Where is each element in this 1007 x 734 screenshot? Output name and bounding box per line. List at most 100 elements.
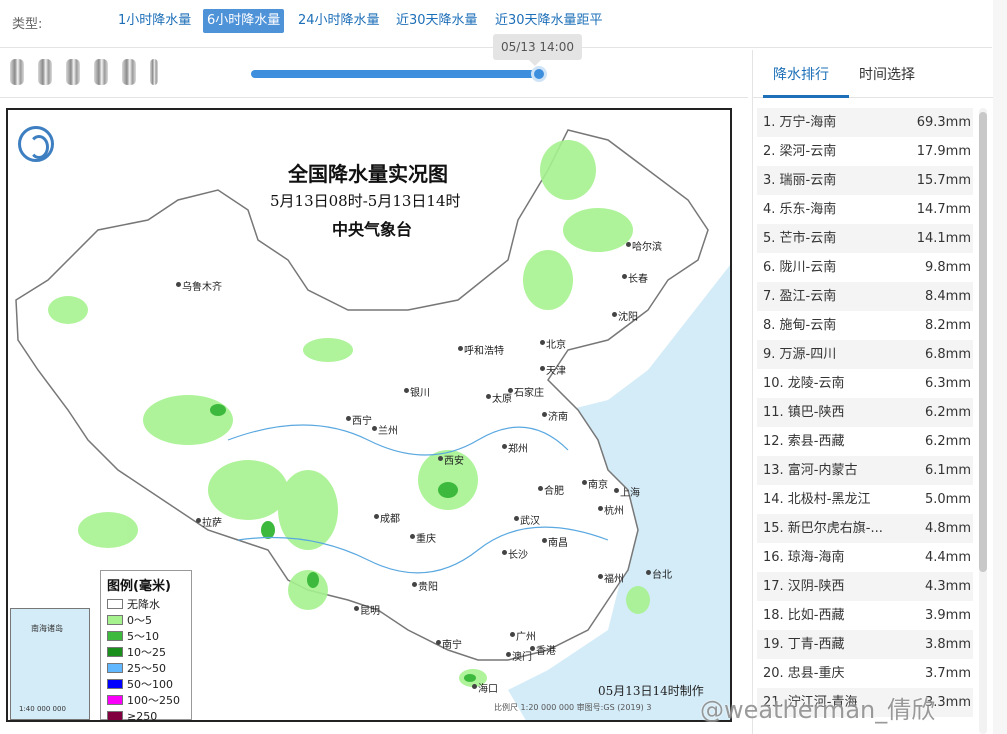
city-marker [404,388,409,393]
city-marker [502,444,507,449]
active-tab-underline [763,95,849,98]
tab-1h-precip[interactable]: 1小时降水量 [114,9,195,33]
ranking-value: 5.0mm [924,492,971,507]
app-root: 类型: 1小时降水量 6小时降水量 24小时降水量 近30天降水量 近30天降水… [0,0,1007,734]
legend-row: 无降水 [107,596,185,612]
city-marker [372,426,377,431]
legend-title: 图例(毫米) [107,579,171,594]
ranking-row[interactable]: 7. 盈江-云南 8.4mm [757,282,973,311]
city-label: 福州 [604,574,624,585]
ranking-row[interactable]: 10. 龙陵-云南 6.3mm [757,369,973,398]
ranking-station: 5. 芒市-云南 [763,231,837,246]
ranking-row[interactable]: 12. 索县-西藏 6.2mm [757,427,973,456]
ranking-scrollbar-thumb[interactable] [979,112,987,572]
legend-label: 无降水 [127,598,160,611]
tab-30d-precip[interactable]: 近30天降水量 [392,9,482,33]
ranking-row[interactable]: 9. 万源-四川 6.8mm [757,340,973,369]
legend-row: 100～250 [107,692,185,708]
city-label: 南昌 [548,538,568,549]
ranking-value: 6.2mm [924,405,971,420]
tab-precip-ranking[interactable]: 降水排行 [773,64,829,84]
city-marker [598,506,603,511]
ranking-row[interactable]: 4. 乐东-海南 14.7mm [757,195,973,224]
city-marker [458,346,463,351]
ranking-scrollbar[interactable] [979,108,987,734]
legend-row: 5～10 [107,628,185,644]
legend-swatch [107,663,123,673]
precipitation-map: 全国降水量实况图 5月13日08时-5月13日14时 中央气象台 乌鲁木齐 哈尔滨… [6,108,732,722]
legend-label: 25～50 [127,662,166,675]
south-china-sea-inset: 南海诸岛 1:40 000 000 [10,608,90,720]
city-label: 沈阳 [618,312,638,323]
ranking-station: 20. 忠县-重庆 [763,666,845,681]
ranking-value: 17.9mm [916,144,971,159]
ranking-row[interactable]: 19. 丁青-西藏 3.8mm [757,630,973,659]
ranking-value: 15.7mm [916,173,971,188]
ranking-value: 8.4mm [924,289,971,304]
city-marker [412,582,417,587]
time-slider-thumb[interactable] [531,66,547,82]
ranking-row[interactable]: 1. 万宁-海南 69.3mm [757,108,973,137]
cma-logo [18,126,54,162]
ranking-row[interactable]: 3. 瑞丽-云南 15.7mm [757,166,973,195]
ranking-station: 19. 丁青-西藏 [763,637,845,652]
ranking-value: 9.8mm [924,260,971,275]
city-label: 上海 [620,488,640,499]
play-controls[interactable] [10,59,158,87]
ranking-row[interactable]: 14. 北极村-黑龙江 5.0mm [757,485,973,514]
ranking-row[interactable]: 6. 陇川-云南 9.8mm [757,253,973,282]
tab-30d-anomaly[interactable]: 近30天降水量距平 [491,9,607,33]
tab-24h-precip[interactable]: 24小时降水量 [294,9,384,33]
time-slider-track[interactable] [251,66,547,82]
made-note: 05月13日14时制作 [598,684,704,698]
ranking-row[interactable]: 2. 梁河-云南 17.9mm [757,137,973,166]
city-label: 兰州 [378,426,398,437]
tab-6h-precip[interactable]: 6小时降水量 [203,9,285,33]
city-label: 南京 [588,480,608,491]
city-label: 乌鲁木齐 [182,282,222,293]
map-subtitle: 5月13日08时-5月13日14时 [270,192,461,210]
city-marker [196,518,201,523]
ranking-row[interactable]: 11. 镇巴-陕西 6.2mm [757,398,973,427]
ranking-row[interactable]: 18. 比如-西藏 3.9mm [757,601,973,630]
city-label: 呼和浩特 [464,346,504,357]
page-scrollbar[interactable] [993,0,1007,734]
frame-icon [38,59,52,85]
ranking-value: 14.7mm [916,202,971,217]
city-label: 石家庄 [514,388,544,399]
ranking-value: 69.3mm [916,115,971,130]
city-marker [436,640,441,645]
tab-time-select[interactable]: 时间选择 [859,64,915,84]
ranking-row[interactable]: 8. 施甸-云南 8.2mm [757,311,973,340]
frame-icon [66,59,80,85]
ranking-row[interactable]: 13. 富河-内蒙古 6.1mm [757,456,973,485]
ranking-value: 6.8mm [924,347,971,362]
city-label: 香港 [536,646,556,657]
ranking-station: 16. 琼海-海南 [763,550,845,565]
city-label: 南宁 [442,640,462,651]
ranking-value: 8.2mm [924,318,971,333]
time-tooltip: 05/13 14:00 [493,34,582,66]
ranking-station: 15. 新巴尔虎右旗-... [763,521,883,536]
city-marker [374,514,379,519]
ranking-row[interactable]: 16. 琼海-海南 4.4mm [757,543,973,572]
city-label: 台北 [652,570,672,581]
city-label: 北京 [546,340,566,351]
city-label: 西宁 [352,416,372,427]
map-title: 全国降水量实况图 [288,162,448,186]
ranking-row[interactable]: 5. 芒市-云南 14.1mm [757,224,973,253]
ranking-station: 6. 陇川-云南 [763,260,837,275]
ranking-row[interactable]: 17. 汉阴-陕西 4.3mm [757,572,973,601]
ranking-row[interactable]: 20. 忠县-重庆 3.7mm [757,659,973,688]
city-marker [540,340,545,345]
city-marker [176,282,181,287]
city-label: 昆明 [360,606,380,617]
ranking-station: 12. 索县-西藏 [763,434,845,449]
watermark: @weatherman_倩欣 [700,696,936,724]
ranking-row[interactable]: 15. 新巴尔虎右旗-... 4.8mm [757,514,973,543]
city-marker [486,394,491,399]
ranking-value: 14.1mm [916,231,971,246]
ranking-value: 4.4mm [924,550,971,565]
ranking-station: 17. 汉阴-陕西 [763,579,845,594]
ranking-station: 2. 梁河-云南 [763,144,837,159]
